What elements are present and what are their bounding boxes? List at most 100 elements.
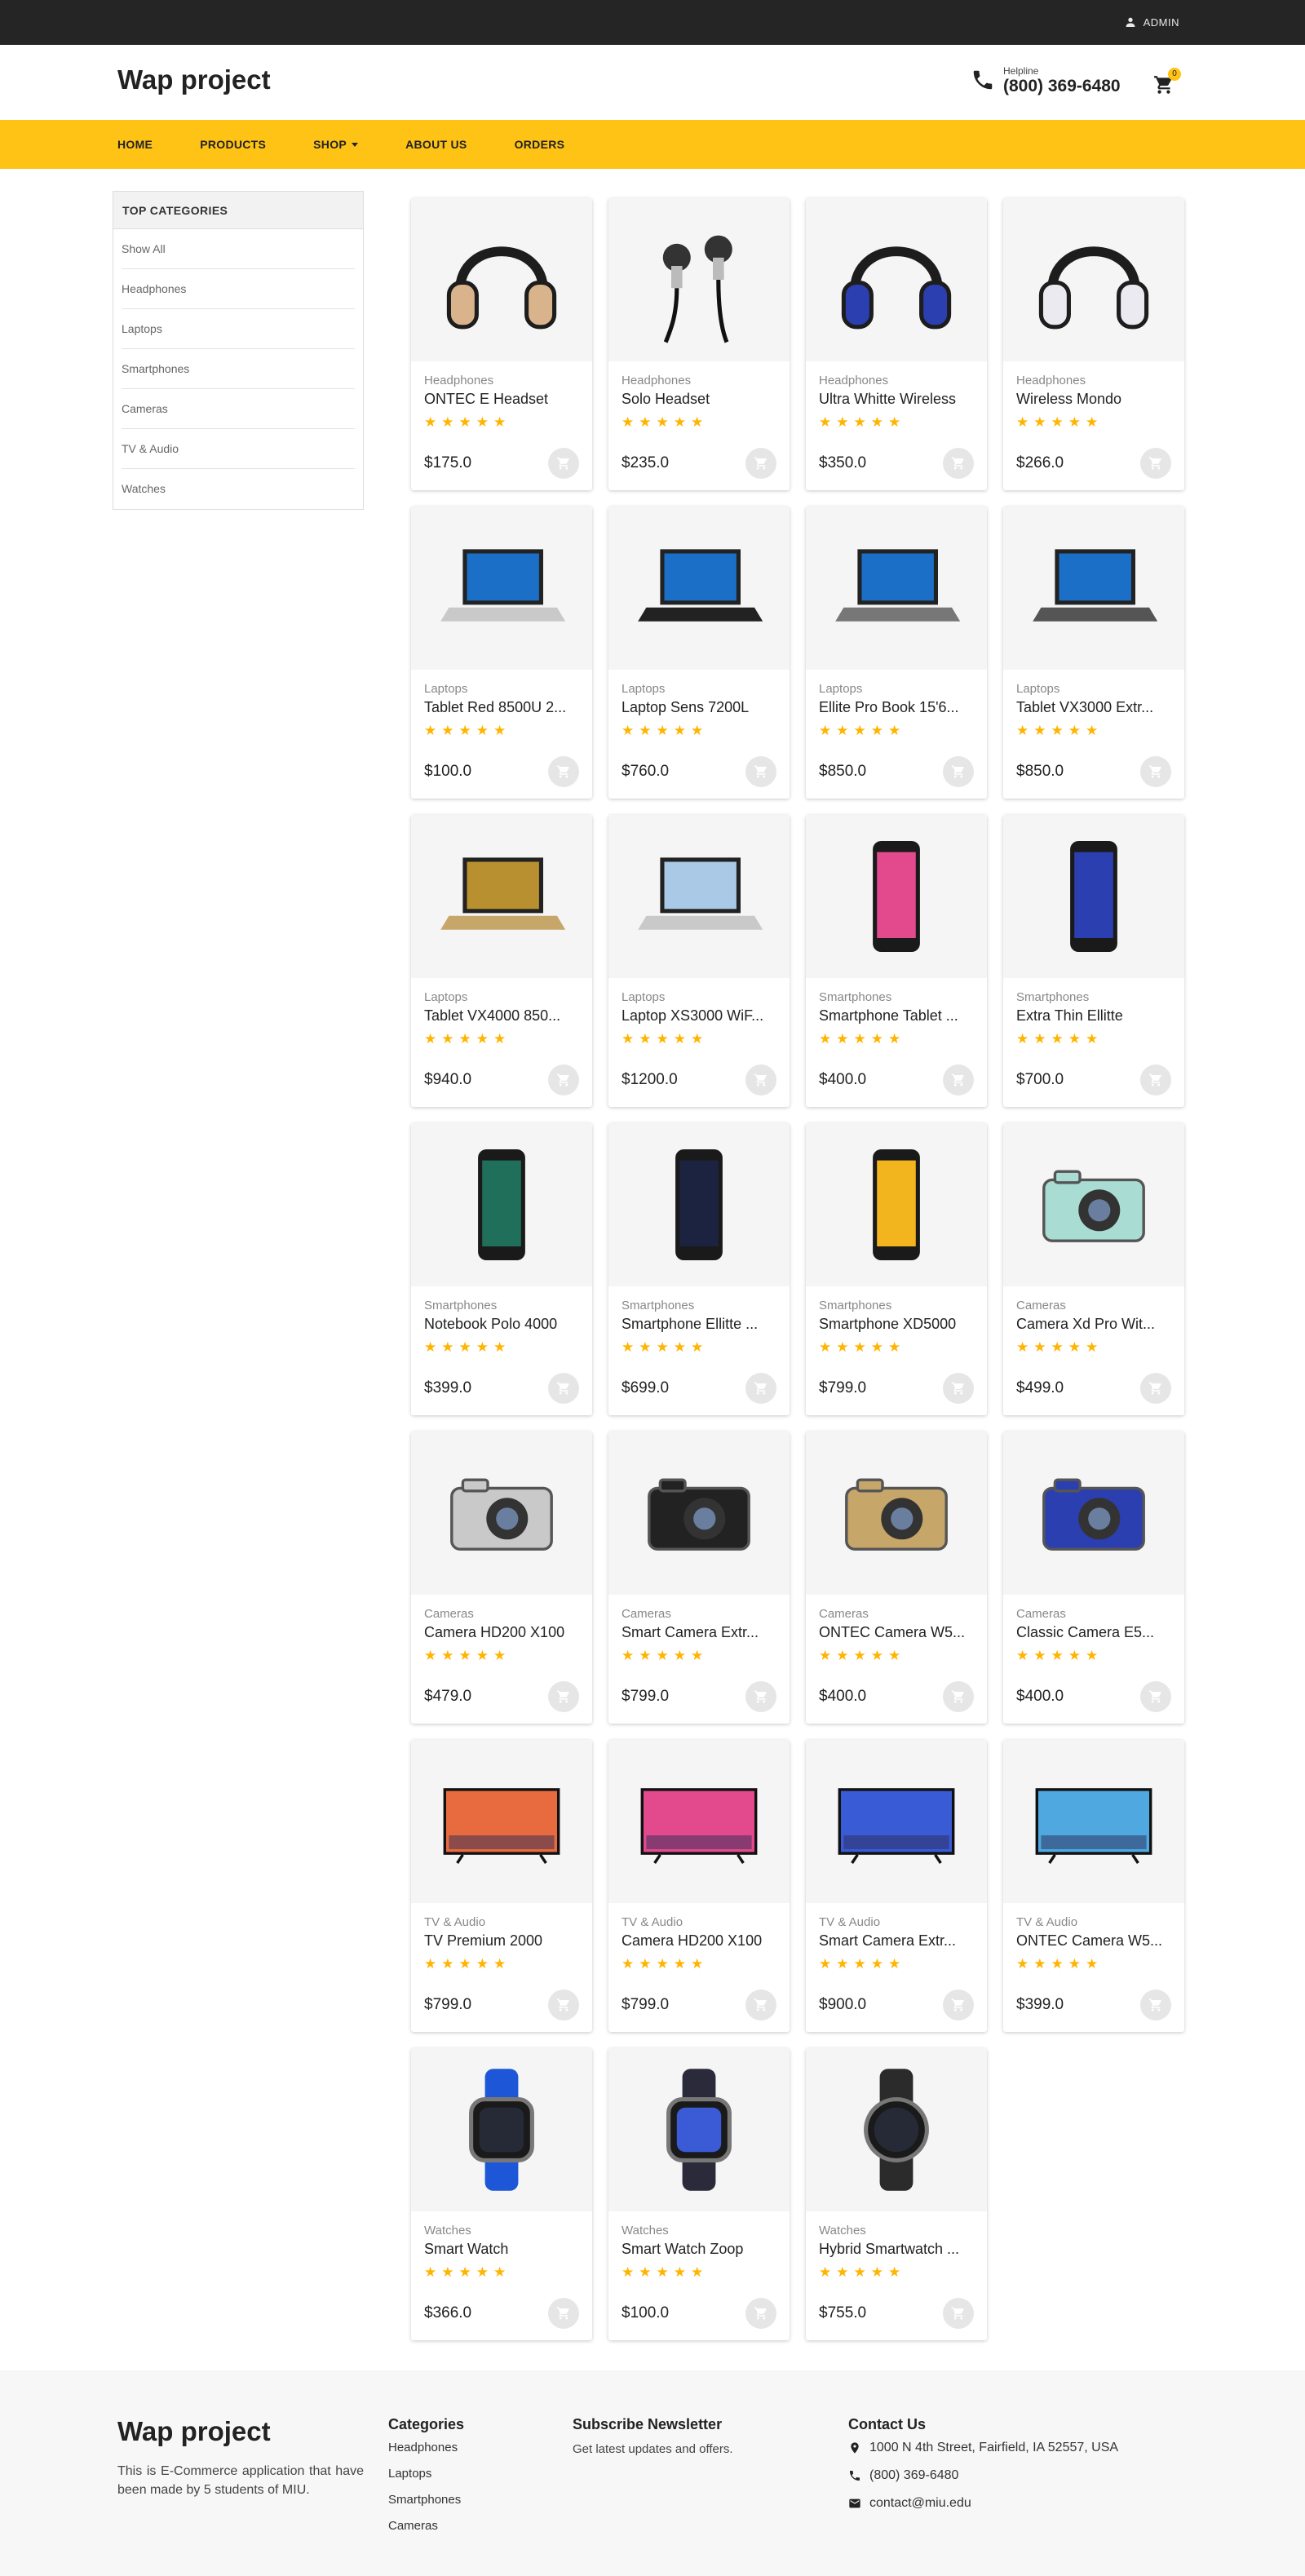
nav-orders[interactable]: ORDERS (515, 138, 565, 151)
product-image[interactable] (806, 2048, 987, 2211)
product-card[interactable]: Smartphones Notebook Polo 4000 ★★★★★ $39… (411, 1123, 592, 1415)
product-card[interactable]: Laptops Ellite Pro Book 15'6... ★★★★★ $8… (806, 507, 987, 799)
product-name[interactable]: Laptop Sens 7200L (622, 697, 776, 717)
add-to-cart-button[interactable] (745, 756, 776, 787)
product-card[interactable]: TV & Audio TV Premium 2000 ★★★★★ $799.0 (411, 1740, 592, 2032)
sidebar-item-show-all[interactable]: Show All (122, 229, 355, 269)
add-to-cart-button[interactable] (745, 1373, 776, 1404)
add-to-cart-button[interactable] (943, 1990, 974, 2021)
product-image[interactable] (1003, 198, 1184, 361)
product-name[interactable]: Laptop XS3000 WiF... (622, 1006, 776, 1025)
product-card[interactable]: Smartphones Smartphone Tablet ... ★★★★★ … (806, 815, 987, 1107)
product-image[interactable] (1003, 507, 1184, 670)
admin-link[interactable]: ADMIN (1124, 15, 1179, 29)
sidebar-item-cameras[interactable]: Cameras (122, 389, 355, 429)
add-to-cart-button[interactable] (548, 1990, 579, 2021)
add-to-cart-button[interactable] (1140, 1373, 1171, 1404)
product-image[interactable] (411, 198, 592, 361)
add-to-cart-button[interactable] (943, 756, 974, 787)
product-card[interactable]: Headphones Ultra Whitte Wireless ★★★★★ $… (806, 198, 987, 490)
product-card[interactable]: Cameras Camera Xd Pro Wit... ★★★★★ $499.… (1003, 1123, 1184, 1415)
product-image[interactable] (411, 1740, 592, 1903)
product-card[interactable]: Watches Hybrid Smartwatch ... ★★★★★ $755… (806, 2048, 987, 2340)
product-card[interactable]: Smartphones Extra Thin Ellitte ★★★★★ $70… (1003, 815, 1184, 1107)
product-card[interactable]: Smartphones Smartphone XD5000 ★★★★★ $799… (806, 1123, 987, 1415)
sidebar-item-laptops[interactable]: Laptops (122, 309, 355, 349)
add-to-cart-button[interactable] (1140, 448, 1171, 479)
product-image[interactable] (411, 1123, 592, 1286)
product-image[interactable] (608, 507, 790, 670)
product-name[interactable]: Hybrid Smartwatch ... (819, 2239, 974, 2259)
add-to-cart-button[interactable] (548, 1064, 579, 1095)
product-name[interactable]: Smartphone Ellitte ... (622, 1314, 776, 1334)
add-to-cart-button[interactable] (548, 1681, 579, 1712)
product-card[interactable]: TV & Audio Camera HD200 X100 ★★★★★ $799.… (608, 1740, 790, 2032)
product-image[interactable] (608, 1123, 790, 1286)
product-name[interactable]: Smartphone Tablet ... (819, 1006, 974, 1025)
product-name[interactable]: Tablet Red 8500U 2... (424, 697, 579, 717)
product-image[interactable] (411, 1432, 592, 1595)
product-card[interactable]: Laptops Tablet Red 8500U 2... ★★★★★ $100… (411, 507, 592, 799)
add-to-cart-button[interactable] (548, 1373, 579, 1404)
cart-button[interactable]: 0 (1153, 68, 1181, 95)
product-name[interactable]: Notebook Polo 4000 (424, 1314, 579, 1334)
product-image[interactable] (806, 1123, 987, 1286)
footer-email[interactable]: contact@miu.edu (848, 2496, 971, 2511)
product-image[interactable] (608, 1432, 790, 1595)
product-name[interactable]: Solo Headset (622, 389, 776, 409)
product-image[interactable] (1003, 815, 1184, 978)
product-card[interactable]: Headphones Wireless Mondo ★★★★★ $266.0 (1003, 198, 1184, 490)
add-to-cart-button[interactable] (745, 448, 776, 479)
product-card[interactable]: Watches Smart Watch ★★★★★ $366.0 (411, 2048, 592, 2340)
sidebar-item-tv-audio[interactable]: TV & Audio (122, 429, 355, 469)
product-image[interactable] (411, 2048, 592, 2211)
product-card[interactable]: TV & Audio ONTEC Camera W5... ★★★★★ $399… (1003, 1740, 1184, 2032)
product-image[interactable] (608, 198, 790, 361)
sidebar-item-smartphones[interactable]: Smartphones (122, 349, 355, 389)
product-name[interactable]: Smart Camera Extr... (622, 1622, 776, 1642)
product-image[interactable] (806, 1740, 987, 1903)
product-image[interactable] (806, 507, 987, 670)
product-card[interactable]: Laptops Tablet VX4000 850... ★★★★★ $940.… (411, 815, 592, 1107)
product-name[interactable]: Camera HD200 X100 (622, 1931, 776, 1950)
product-image[interactable] (608, 1740, 790, 1903)
nav-shop[interactable]: SHOP (313, 138, 359, 151)
product-name[interactable]: Ellite Pro Book 15'6... (819, 697, 974, 717)
product-image[interactable] (1003, 1123, 1184, 1286)
add-to-cart-button[interactable] (1140, 756, 1171, 787)
sidebar-item-watches[interactable]: Watches (122, 469, 355, 509)
product-card[interactable]: Laptops Tablet VX3000 Extr... ★★★★★ $850… (1003, 507, 1184, 799)
product-name[interactable]: Camera Xd Pro Wit... (1016, 1314, 1171, 1334)
sidebar-item-headphones[interactable]: Headphones (122, 269, 355, 309)
footer-link-headphones[interactable]: Headphones (388, 2441, 458, 2454)
product-image[interactable] (1003, 1432, 1184, 1595)
product-name[interactable]: Ultra Whitte Wireless (819, 389, 974, 409)
product-name[interactable]: Smartphone XD5000 (819, 1314, 974, 1334)
product-image[interactable] (608, 2048, 790, 2211)
product-image[interactable] (411, 815, 592, 978)
add-to-cart-button[interactable] (943, 1064, 974, 1095)
product-card[interactable]: Cameras ONTEC Camera W5... ★★★★★ $400.0 (806, 1432, 987, 1724)
product-name[interactable]: Classic Camera E5... (1016, 1622, 1171, 1642)
add-to-cart-button[interactable] (943, 1681, 974, 1712)
nav-home[interactable]: HOME (117, 138, 153, 151)
product-name[interactable]: Extra Thin Ellitte (1016, 1006, 1171, 1025)
add-to-cart-button[interactable] (943, 448, 974, 479)
footer-link-smartphones[interactable]: Smartphones (388, 2493, 461, 2507)
add-to-cart-button[interactable] (745, 1064, 776, 1095)
product-image[interactable] (608, 815, 790, 978)
add-to-cart-button[interactable] (745, 1681, 776, 1712)
product-name[interactable]: ONTEC Camera W5... (819, 1622, 974, 1642)
add-to-cart-button[interactable] (548, 2298, 579, 2329)
add-to-cart-button[interactable] (943, 2298, 974, 2329)
product-name[interactable]: ONTEC E Headset (424, 389, 579, 409)
add-to-cart-button[interactable] (548, 756, 579, 787)
product-card[interactable]: Smartphones Smartphone Ellitte ... ★★★★★… (608, 1123, 790, 1415)
product-card[interactable]: Headphones ONTEC E Headset ★★★★★ $175.0 (411, 198, 592, 490)
product-image[interactable] (806, 1432, 987, 1595)
add-to-cart-button[interactable] (1140, 1064, 1171, 1095)
product-image[interactable] (1003, 1740, 1184, 1903)
add-to-cart-button[interactable] (1140, 1681, 1171, 1712)
product-name[interactable]: TV Premium 2000 (424, 1931, 579, 1950)
product-card[interactable]: Headphones Solo Headset ★★★★★ $235.0 (608, 198, 790, 490)
